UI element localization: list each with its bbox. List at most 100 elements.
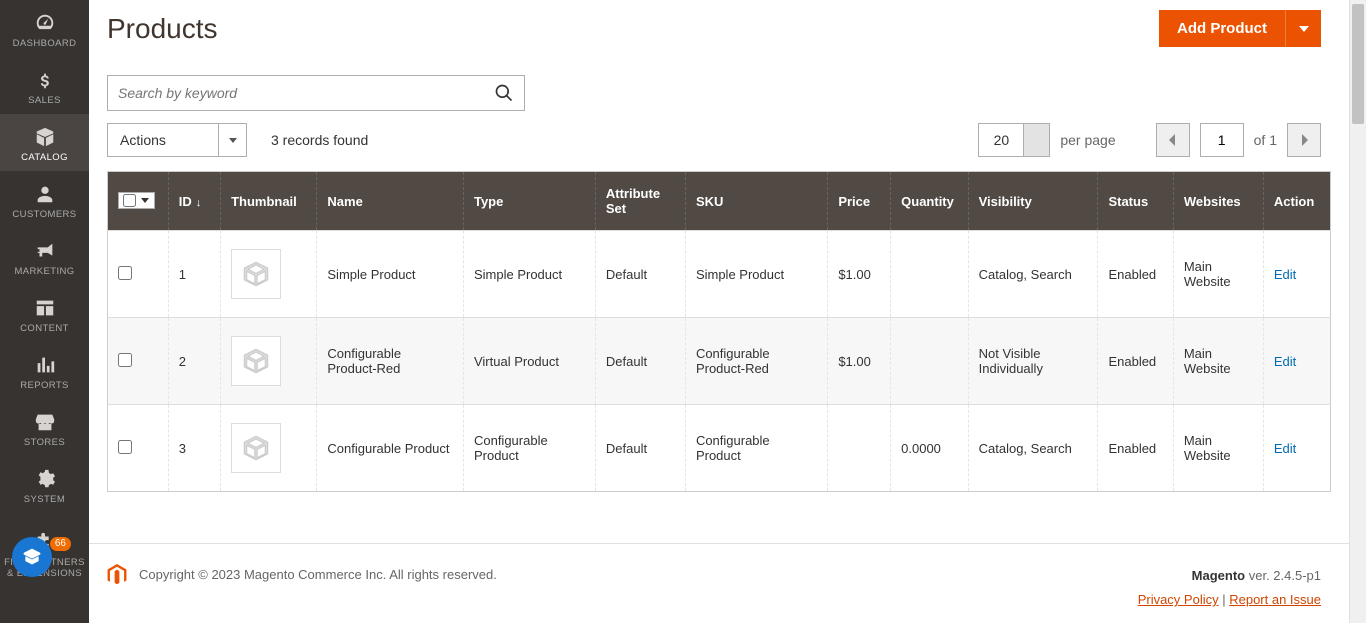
nav-reports[interactable]: REPORTS bbox=[0, 342, 89, 399]
table-row[interactable]: 1Simple ProductSimple ProductDefaultSimp… bbox=[108, 231, 1331, 318]
cell-quantity bbox=[891, 318, 968, 405]
nav-label: CUSTOMERS bbox=[12, 209, 76, 220]
grid-header-row: ID↓ Thumbnail Name Type Attribute Set SK… bbox=[108, 172, 1331, 231]
page-header: Products Add Product bbox=[89, 0, 1349, 65]
products-grid: ID↓ Thumbnail Name Type Attribute Set SK… bbox=[107, 171, 1331, 492]
search-input[interactable] bbox=[108, 85, 484, 101]
notification-badge: 66 bbox=[50, 537, 71, 551]
box-icon bbox=[34, 126, 56, 148]
add-product-button[interactable]: Add Product bbox=[1159, 10, 1285, 47]
cell-type: Virtual Product bbox=[463, 318, 595, 405]
magento-logo-icon bbox=[107, 564, 127, 586]
nav-catalog[interactable]: CATALOG bbox=[0, 114, 89, 171]
bulk-actions-toggle[interactable] bbox=[218, 124, 246, 156]
next-page-button[interactable] bbox=[1287, 123, 1321, 157]
left-sidebar: DASHBOARD SALES CATALOG CUSTOMERS MARKET… bbox=[0, 0, 89, 623]
col-status[interactable]: Status bbox=[1098, 172, 1173, 231]
col-websites[interactable]: Websites bbox=[1173, 172, 1263, 231]
col-sku[interactable]: SKU bbox=[685, 172, 827, 231]
select-all-checkbox[interactable] bbox=[123, 194, 136, 207]
cell-visibility: Not Visible Individually bbox=[968, 318, 1098, 405]
cell-websites: Main Website bbox=[1173, 231, 1263, 318]
gear-icon bbox=[34, 468, 56, 490]
per-page-toggle[interactable] bbox=[1023, 124, 1049, 156]
chevron-right-icon bbox=[1299, 134, 1309, 146]
col-id[interactable]: ID↓ bbox=[168, 172, 220, 231]
cell-websites: Main Website bbox=[1173, 318, 1263, 405]
records-found: 3 records found bbox=[271, 132, 368, 148]
chevron-down-icon bbox=[141, 198, 149, 203]
col-name[interactable]: Name bbox=[317, 172, 464, 231]
cell-name: Configurable Product bbox=[317, 405, 464, 492]
nav-customers[interactable]: CUSTOMERS bbox=[0, 171, 89, 228]
col-price[interactable]: Price bbox=[828, 172, 891, 231]
copyright-text: Copyright © 2023 Magento Commerce Inc. A… bbox=[139, 567, 497, 582]
search-button[interactable] bbox=[484, 76, 524, 110]
nav-marketing[interactable]: MARKETING bbox=[0, 228, 89, 285]
edit-link[interactable]: Edit bbox=[1274, 441, 1296, 456]
grid-toolbar: Actions 3 records found 20 per page of 1 bbox=[89, 123, 1349, 171]
col-quantity[interactable]: Quantity bbox=[891, 172, 968, 231]
nav-stores[interactable]: STORES bbox=[0, 399, 89, 456]
cell-name: Simple Product bbox=[317, 231, 464, 318]
col-type[interactable]: Type bbox=[463, 172, 595, 231]
report-issue-link[interactable]: Report an Issue bbox=[1229, 592, 1321, 607]
per-page-label: per page bbox=[1060, 132, 1115, 148]
store-icon bbox=[34, 411, 56, 433]
nav-content[interactable]: CONTENT bbox=[0, 285, 89, 342]
nav-label: STORES bbox=[24, 437, 65, 448]
cell-price: $1.00 bbox=[828, 231, 891, 318]
page-of-label: of 1 bbox=[1254, 132, 1277, 148]
scrollbar-thumb[interactable] bbox=[1352, 4, 1364, 124]
cell-status: Enabled bbox=[1098, 318, 1173, 405]
cell-sku: Simple Product bbox=[685, 231, 827, 318]
row-checkbox[interactable] bbox=[118, 266, 132, 280]
edit-link[interactable]: Edit bbox=[1274, 354, 1296, 369]
cell-status: Enabled bbox=[1098, 231, 1173, 318]
bulk-actions-dropdown[interactable]: Actions bbox=[107, 123, 247, 157]
col-thumbnail[interactable]: Thumbnail bbox=[221, 172, 317, 231]
cell-price bbox=[828, 405, 891, 492]
col-action[interactable]: Action bbox=[1263, 172, 1330, 231]
nav-dashboard[interactable]: DASHBOARD bbox=[0, 0, 89, 57]
table-row[interactable]: 2Configurable Product-RedVirtual Product… bbox=[108, 318, 1331, 405]
cell-price: $1.00 bbox=[828, 318, 891, 405]
placeholder-image-icon bbox=[231, 249, 281, 299]
cell-thumbnail bbox=[221, 405, 317, 492]
brand-text: Magento bbox=[1192, 568, 1245, 583]
nav-system[interactable]: SYSTEM bbox=[0, 456, 89, 513]
nav-sales[interactable]: SALES bbox=[0, 57, 89, 114]
page-footer: Copyright © 2023 Magento Commerce Inc. A… bbox=[89, 543, 1349, 623]
cell-websites: Main Website bbox=[1173, 405, 1263, 492]
prev-page-button[interactable] bbox=[1156, 123, 1190, 157]
row-checkbox[interactable] bbox=[118, 353, 132, 367]
cell-quantity: 0.0000 bbox=[891, 405, 968, 492]
cell-quantity bbox=[891, 231, 968, 318]
cell-id: 1 bbox=[168, 231, 220, 318]
page-input[interactable] bbox=[1200, 123, 1244, 157]
search-toolbar bbox=[89, 65, 1349, 123]
cell-type: Simple Product bbox=[463, 231, 595, 318]
nav-label: REPORTS bbox=[20, 380, 69, 391]
sort-desc-icon: ↓ bbox=[196, 197, 202, 209]
add-product-dropdown[interactable] bbox=[1285, 10, 1321, 47]
row-checkbox[interactable] bbox=[118, 440, 132, 454]
cell-sku: Configurable Product bbox=[685, 405, 827, 492]
cell-type: Configurable Product bbox=[463, 405, 595, 492]
help-float-button[interactable] bbox=[12, 537, 52, 577]
bar-chart-icon bbox=[34, 354, 56, 376]
vertical-scrollbar[interactable] bbox=[1349, 0, 1366, 623]
nav-label: CONTENT bbox=[20, 323, 69, 334]
cell-thumbnail bbox=[221, 231, 317, 318]
edit-link[interactable]: Edit bbox=[1274, 267, 1296, 282]
col-select-all[interactable] bbox=[108, 172, 169, 231]
privacy-link[interactable]: Privacy Policy bbox=[1138, 592, 1219, 607]
nav-label: MARKETING bbox=[14, 266, 74, 277]
cell-id: 3 bbox=[168, 405, 220, 492]
col-attribute-set[interactable]: Attribute Set bbox=[595, 172, 685, 231]
search-field-wrap bbox=[107, 75, 525, 111]
per-page-dropdown[interactable]: 20 bbox=[978, 123, 1050, 157]
cell-attribute-set: Default bbox=[595, 405, 685, 492]
col-visibility[interactable]: Visibility bbox=[968, 172, 1098, 231]
table-row[interactable]: 3Configurable ProductConfigurable Produc… bbox=[108, 405, 1331, 492]
